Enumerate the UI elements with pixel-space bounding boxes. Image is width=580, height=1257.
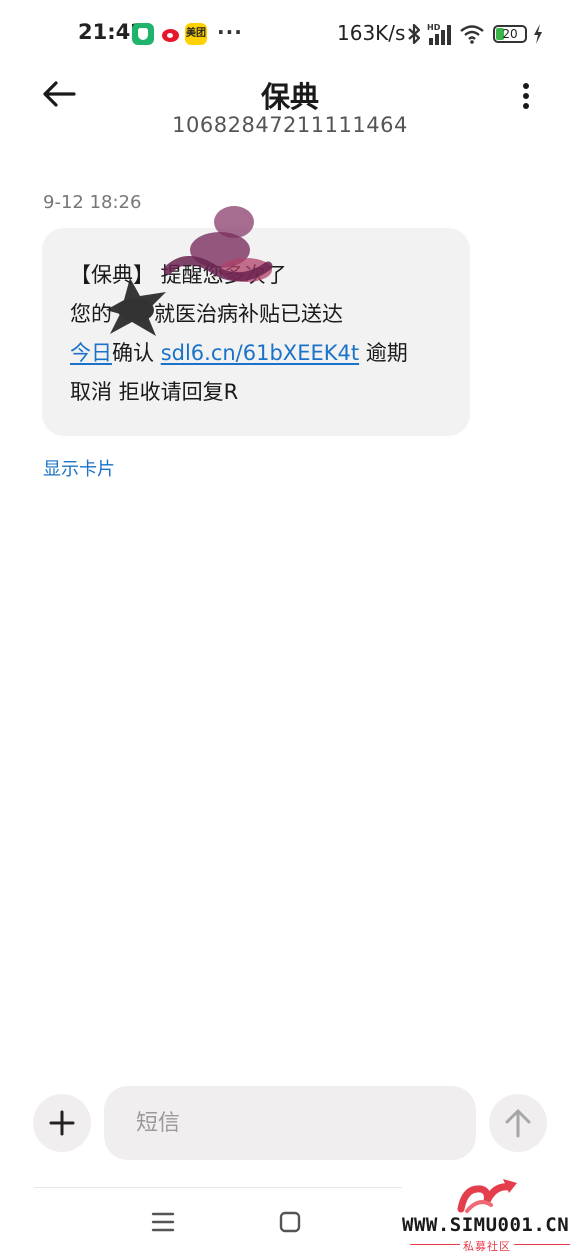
svg-text:HD: HD: [427, 23, 441, 32]
more-notifications-icon: ···: [217, 20, 243, 44]
watermark-site: WWW.SIMU001.CN: [402, 1214, 570, 1236]
url-link[interactable]: sdl6.cn/61bXEEK4t: [161, 341, 359, 365]
network-speed: 163K/s: [337, 21, 406, 45]
more-vertical-icon: [523, 83, 529, 109]
cellular-signal-icon: HD: [427, 23, 451, 45]
plus-icon: [49, 1110, 75, 1136]
confirm-text: 确认: [112, 341, 161, 365]
watermark-line-right: [514, 1244, 570, 1245]
simu-logo-icon: [457, 1179, 517, 1213]
battery-level: 20: [502, 27, 518, 41]
watermark-sub: 私募社区: [463, 1240, 511, 1253]
send-button[interactable]: [489, 1094, 547, 1152]
home-square-icon[interactable]: [278, 1210, 302, 1234]
status-bar: 21:42 美团 ··· 163K/s HD 20: [0, 0, 580, 68]
message-line-2: 您的 就医治病补贴已送达: [70, 295, 450, 334]
message-input[interactable]: [104, 1086, 476, 1160]
bluetooth-icon: [408, 23, 421, 45]
message-line-4: 取消 拒收请回复R: [70, 380, 239, 404]
message-timestamp: 9-12 18:26: [43, 192, 142, 213]
battery-icon: 20: [493, 25, 527, 43]
message-line-2-prefix: 您的: [70, 302, 112, 326]
more-options-button[interactable]: [510, 76, 542, 116]
message-line-2-suffix: 就医治病补贴已送达: [154, 302, 343, 326]
message-line-1: 【保典】 提醒您多次了: [70, 263, 287, 287]
wifi-icon: [460, 25, 484, 44]
meituan-app-icon: 美团: [185, 23, 207, 45]
watermark-line-left: [410, 1244, 460, 1245]
weibo-app-icon: [160, 23, 182, 45]
add-attachment-button[interactable]: [33, 1094, 91, 1152]
sender-number: 10682847211111464: [172, 113, 408, 137]
nav-divider: [34, 1187, 402, 1188]
show-card-link[interactable]: 显示卡片: [43, 455, 115, 481]
conversation-title: 保典: [260, 80, 319, 114]
message-bubble[interactable]: 【保典】 提醒您多次了 您的 就医治病补贴已送达 今日确认 sdl6.cn/61b…: [42, 228, 470, 436]
security-app-icon: [132, 23, 154, 45]
recent-apps-menu-icon[interactable]: [150, 1210, 176, 1234]
send-arrow-up-icon: [505, 1109, 531, 1138]
overdue-text: 逾期: [359, 341, 408, 365]
today-link[interactable]: 今日: [70, 341, 112, 365]
message-line-3: 今日确认 sdl6.cn/61bXEEK4t 逾期: [70, 334, 450, 373]
charging-icon: [534, 24, 542, 44]
